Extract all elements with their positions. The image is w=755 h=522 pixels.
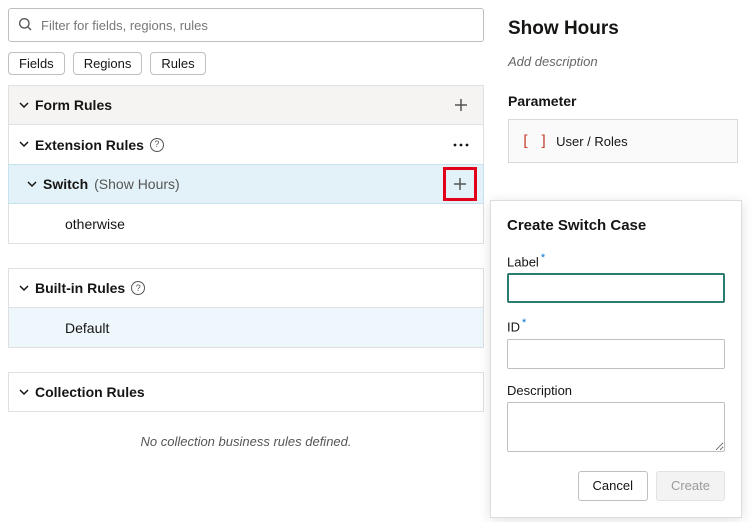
chevron-down-icon [27, 177, 37, 192]
help-icon[interactable]: ? [150, 138, 164, 152]
otherwise-label: otherwise [65, 216, 125, 232]
search-box[interactable] [8, 8, 484, 42]
default-label: Default [65, 320, 109, 336]
chip-rules[interactable]: Rules [150, 52, 205, 75]
section-collection-rules[interactable]: Collection Rules [8, 372, 484, 412]
brackets-icon: [ ] [521, 132, 548, 150]
add-form-rule-button[interactable] [449, 93, 473, 117]
extension-rules-menu-button[interactable] [449, 133, 473, 157]
collection-empty-text: No collection business rules defined. [8, 434, 484, 449]
label-field-label: Label* [507, 252, 725, 269]
description-textarea[interactable] [507, 402, 725, 452]
right-panel-subtitle[interactable]: Add description [508, 54, 738, 69]
create-button[interactable]: Create [656, 471, 725, 501]
chip-regions[interactable]: Regions [73, 52, 143, 75]
switch-otherwise-row[interactable]: otherwise [8, 204, 484, 244]
chevron-down-icon [19, 137, 29, 152]
section-title: Collection Rules [35, 384, 145, 400]
parameter-value: User / Roles [556, 134, 628, 149]
chevron-down-icon [19, 385, 29, 400]
id-field-label: ID* [507, 317, 725, 334]
search-input[interactable] [39, 17, 475, 34]
chip-fields[interactable]: Fields [8, 52, 65, 75]
section-builtin-rules[interactable]: Built-in Rules ? [8, 268, 484, 308]
parameter-label: Parameter [508, 93, 738, 109]
id-input[interactable] [507, 339, 725, 369]
chevron-down-icon [19, 281, 29, 296]
switch-label: Switch [43, 176, 88, 192]
chevron-down-icon [19, 98, 29, 113]
add-switch-case-highlight [443, 167, 477, 201]
section-title: Form Rules [35, 97, 112, 113]
builtin-default-row[interactable]: Default [8, 308, 484, 348]
add-switch-case-button[interactable] [447, 171, 473, 197]
parameter-box[interactable]: [ ] User / Roles [508, 119, 738, 163]
switch-row[interactable]: Switch (Show Hours) [8, 164, 484, 204]
create-switch-case-popover: Create Switch Case Label* ID* Descriptio… [490, 200, 742, 518]
cancel-button[interactable]: Cancel [578, 471, 648, 501]
popover-title: Create Switch Case [507, 217, 725, 234]
section-extension-rules[interactable]: Extension Rules ? [8, 125, 484, 165]
right-panel: Show Hours Add description Parameter [ ]… [508, 18, 738, 163]
section-form-rules[interactable]: Form Rules [8, 85, 484, 125]
right-panel-title: Show Hours [508, 18, 738, 40]
section-title: Built-in Rules [35, 280, 125, 296]
section-title: Extension Rules [35, 137, 144, 153]
help-icon[interactable]: ? [131, 281, 145, 295]
switch-hint: (Show Hours) [94, 176, 180, 192]
description-field-label: Description [507, 383, 725, 398]
label-input[interactable] [507, 273, 725, 303]
search-icon [17, 16, 33, 35]
filter-chips: Fields Regions Rules [8, 52, 484, 75]
